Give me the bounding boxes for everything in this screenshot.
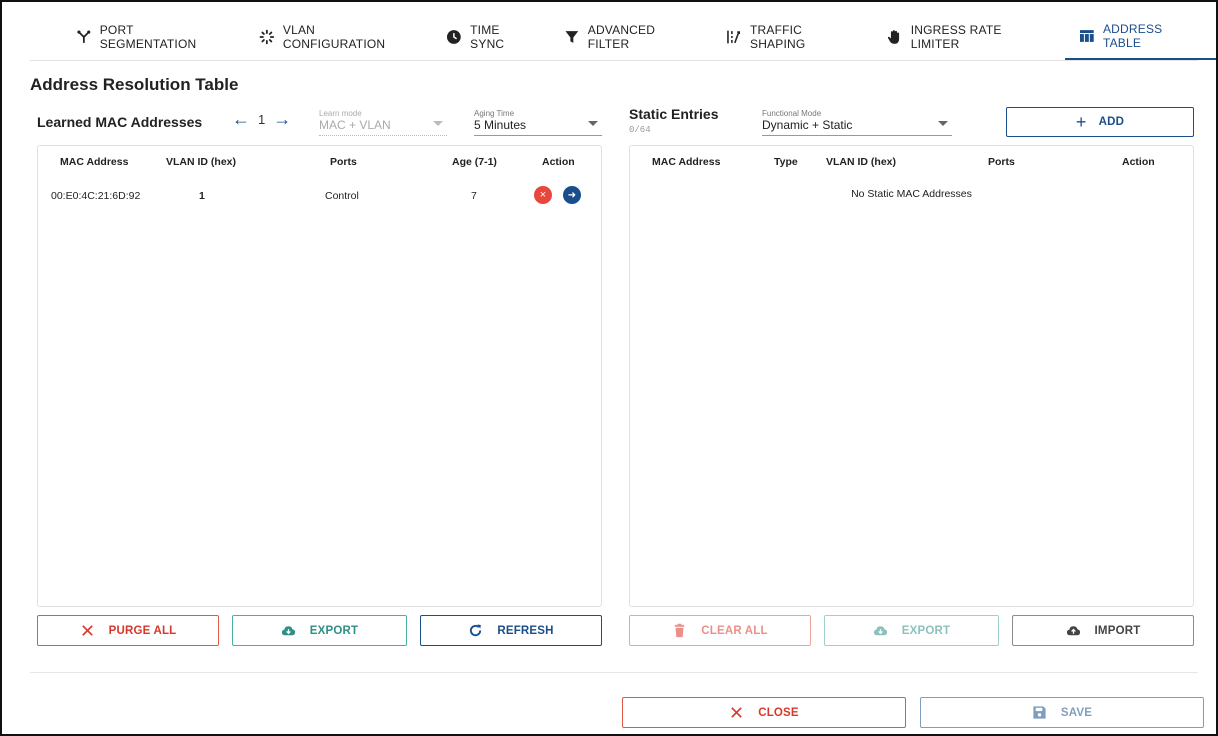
tab-address-table[interactable]: ADDRESS TABLE (1065, 14, 1216, 60)
traffic-shaping-icon (727, 30, 741, 44)
save-label: SAVE (1060, 706, 1093, 719)
cloud-download-icon (281, 626, 295, 636)
tab-vlan-configuration[interactable]: VLAN CONFIGURATION (245, 14, 432, 60)
save-button[interactable]: SAVE (920, 697, 1204, 728)
static-entries-title: Static Entries (629, 106, 719, 122)
functional-mode-select[interactable]: Functional Mode Dynamic + Static (762, 109, 952, 136)
add-static-entry-button[interactable]: + ADD (1006, 107, 1194, 137)
aging-time-value: 5 Minutes (474, 118, 527, 132)
port-segmentation-icon (77, 30, 91, 43)
column-header: Type (774, 156, 798, 168)
make-static-button[interactable]: ➜ (563, 186, 581, 204)
clear-all-button[interactable]: CLEAR ALL (629, 615, 811, 646)
empty-state-message: No Static MAC Addresses (851, 188, 972, 200)
tab-traffic-shaping[interactable]: TRAFFIC SHAPING (712, 14, 873, 60)
aging-time-select[interactable]: Aging Time 5 Minutes (474, 109, 602, 136)
tab-divider (30, 60, 1198, 61)
static-entries-table: MAC Address Type VLAN ID (hex) Ports Act… (629, 145, 1194, 607)
close-icon (81, 625, 93, 636)
export-static-button[interactable]: EXPORT (824, 615, 999, 646)
hand-icon (887, 30, 900, 44)
tab-label: ADVANCED FILTER (587, 23, 656, 51)
close-icon (731, 707, 742, 718)
learned-mac-table: MAC Address VLAN ID (hex) Ports Age (7-1… (37, 145, 602, 607)
tab-port-segmentation[interactable]: PORT SEGMENTATION (62, 14, 245, 60)
column-header: VLAN ID (hex) (826, 156, 897, 168)
column-header: MAC Address (60, 156, 129, 168)
add-label: ADD (1098, 116, 1125, 128)
column-header: Action (1122, 156, 1155, 168)
page-number: 1 (258, 111, 266, 127)
export-learned-button[interactable]: EXPORT (232, 615, 407, 646)
tab-label: INGRESS RATE LIMITER (910, 23, 1002, 51)
tab-bar: PORT SEGMENTATION VLAN CONFIGURATION TIM… (62, 14, 1216, 60)
functional-mode-value: Dynamic + Static (762, 118, 853, 132)
table-icon (1080, 30, 1094, 42)
vlan-id-cell: 1 (199, 190, 205, 202)
aging-time-label: Aging Time (474, 109, 515, 118)
filter-icon (565, 31, 579, 43)
delete-entry-button[interactable]: × (534, 186, 552, 204)
tab-label: PORT SEGMENTATION (99, 23, 197, 51)
tab-label: TIME SYNC (470, 23, 505, 51)
refresh-label: REFRESH (497, 624, 554, 637)
chevron-down-icon (433, 121, 443, 126)
vlan-icon (259, 29, 275, 45)
plus-icon: + (1075, 111, 1087, 132)
dialog-frame: PORT SEGMENTATION VLAN CONFIGURATION TIM… (0, 0, 1218, 736)
column-header: VLAN ID (hex) (166, 156, 237, 168)
cloud-download-icon (873, 626, 887, 636)
column-header: Ports (330, 156, 357, 168)
export-label: EXPORT (309, 624, 359, 637)
tab-ingress-rate-limiter[interactable]: INGRESS RATE LIMITER (873, 14, 1065, 60)
age-cell: 7 (471, 190, 477, 202)
pager: ← 1 → (232, 110, 291, 128)
learn-mode-label: Learn mode (319, 109, 362, 118)
tab-label: ADDRESS TABLE (1102, 22, 1163, 50)
arrow-right-icon[interactable]: → (273, 110, 291, 128)
tab-label: VLAN CONFIGURATION (282, 23, 386, 51)
purge-all-button[interactable]: PURGE ALL (37, 615, 219, 646)
column-header: MAC Address (652, 156, 721, 168)
import-label: IMPORT (1094, 624, 1141, 637)
footer-divider (30, 672, 1198, 673)
cloud-upload-icon (1066, 626, 1080, 636)
tab-advanced-filter[interactable]: ADVANCED FILTER (550, 14, 712, 60)
arrow-left-icon[interactable]: ← (232, 110, 250, 128)
chevron-down-icon (938, 121, 948, 126)
tab-time-sync[interactable]: TIME SYNC (432, 14, 550, 60)
save-icon (1033, 706, 1046, 719)
column-header: Ports (988, 156, 1015, 168)
page-title: Address Resolution Table (30, 75, 239, 94)
clock-icon (447, 30, 462, 44)
learned-mac-title: Learned MAC Addresses (37, 114, 203, 130)
chevron-down-icon (588, 121, 598, 126)
close-button[interactable]: CLOSE (622, 697, 906, 728)
mac-address-cell: 00:E0:4C:21:6D:92 (51, 190, 141, 202)
clear-all-label: CLEAR ALL (701, 624, 768, 637)
learn-mode-select: Learn mode MAC + VLAN (319, 109, 447, 136)
export-label: EXPORT (901, 624, 951, 637)
learn-mode-value: MAC + VLAN (319, 118, 391, 132)
static-entries-count: 0/64 (629, 125, 651, 135)
arrow-right-icon: ➜ (567, 189, 577, 201)
trash-icon (675, 623, 685, 638)
functional-mode-label: Functional Mode (762, 109, 822, 118)
close-icon: × (539, 189, 547, 201)
close-label: CLOSE (758, 706, 799, 719)
import-button[interactable]: IMPORT (1012, 615, 1194, 646)
refresh-icon (470, 624, 482, 637)
refresh-button[interactable]: REFRESH (420, 615, 602, 646)
tab-label: TRAFFIC SHAPING (749, 23, 806, 51)
ports-cell: Control (325, 190, 359, 202)
column-header: Age (7-1) (452, 156, 497, 168)
purge-all-label: PURGE ALL (108, 624, 177, 637)
column-header: Action (542, 156, 575, 168)
